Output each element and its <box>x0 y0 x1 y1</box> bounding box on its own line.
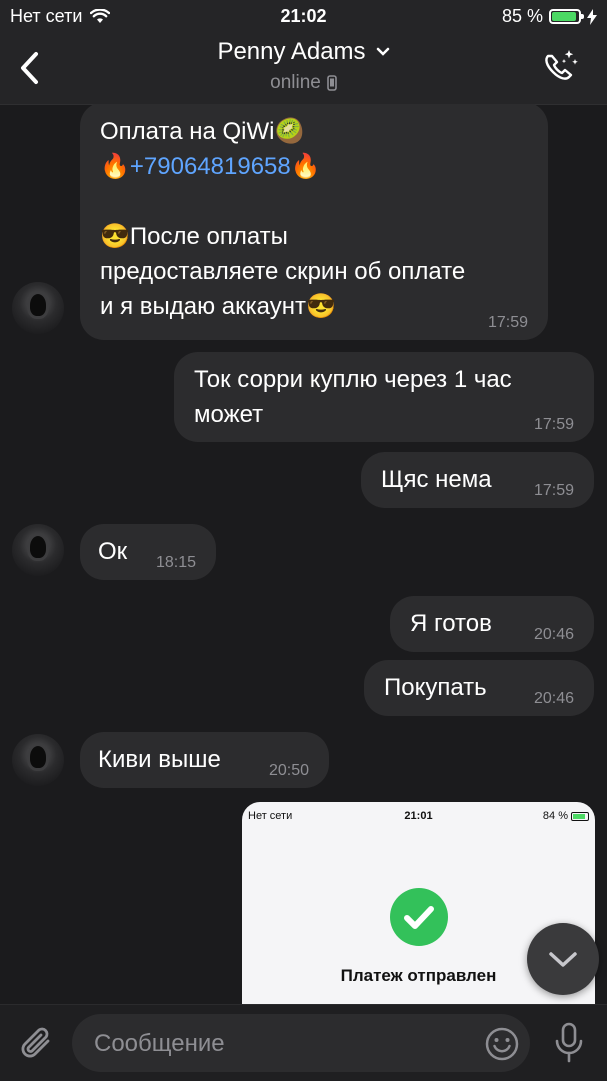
message-line: и я выдаю аккаунт😎 <box>100 293 336 320</box>
message-line: предоставляете скрин об оплате <box>100 258 466 285</box>
status-bar: Нет сети 21:02 85 % <box>0 0 607 34</box>
message-time: 17:59 <box>487 314 528 331</box>
message-time: 17:59 <box>533 482 574 499</box>
message-field[interactable] <box>72 1014 530 1074</box>
emoji-icon[interactable] <box>484 1026 520 1062</box>
message-time: 17:59 <box>533 416 574 433</box>
message-line: 😎После оплаты <box>100 223 288 250</box>
avatar[interactable] <box>12 282 64 334</box>
message-list[interactable]: Оплата на QiWi🥝 🔥+79064819658🔥 😎После оп… <box>0 104 607 1004</box>
message-bubble-outgoing[interactable]: Я готов 20:46 <box>390 596 594 652</box>
avatar[interactable] <box>12 524 64 576</box>
contact-status: online <box>270 72 321 93</box>
avatar[interactable] <box>12 734 64 786</box>
message-time: 20:50 <box>268 762 309 779</box>
charging-bolt-icon <box>587 8 597 25</box>
chevron-down-icon <box>549 952 577 967</box>
message-input-bar <box>0 1004 607 1081</box>
chat-header: Penny Adams online <box>0 34 607 105</box>
message-bubble-incoming[interactable]: Ок 18:15 <box>80 524 216 580</box>
message-bubble-outgoing[interactable]: Ток сорри куплю через 1 час может 17:59 <box>174 352 594 442</box>
message-time: 20:46 <box>533 626 574 643</box>
phone-number-link[interactable]: +79064819658 <box>130 153 291 180</box>
message-time: 20:46 <box>533 690 574 707</box>
chevron-down-icon <box>376 47 389 56</box>
message-line: 🔥+79064819658🔥 <box>100 149 528 184</box>
microphone-icon[interactable] <box>552 1021 586 1065</box>
battery-icon <box>571 811 589 821</box>
scroll-to-bottom-button[interactable] <box>527 923 599 995</box>
message-line: Оплата на QiWi🥝 <box>100 118 305 145</box>
message-time: 18:15 <box>155 554 196 571</box>
photo-status-bar: Нет сети 21:01 84 % <box>242 810 595 824</box>
mobile-device-icon <box>327 75 337 91</box>
contact-info[interactable]: Penny Adams online <box>0 38 607 94</box>
message-bubble-outgoing[interactable]: Щяс нема 17:59 <box>361 452 594 508</box>
message-line <box>100 184 528 219</box>
message-text: Ток сорри куплю через 1 час может <box>194 366 512 428</box>
message-bubble-incoming[interactable]: Оплата на QiWi🥝 🔥+79064819658🔥 😎После оп… <box>80 104 548 340</box>
message-bubble-incoming[interactable]: Киви выше 20:50 <box>80 732 329 788</box>
phone-link[interactable]: 🔥+79064819658🔥 <box>100 153 321 180</box>
checkmark-icon <box>390 888 448 946</box>
battery-icon <box>549 9 584 24</box>
photo-battery-percent: 84 % <box>542 810 568 822</box>
call-button[interactable] <box>537 44 583 90</box>
message-bubble-outgoing[interactable]: Покупать 20:46 <box>364 660 594 716</box>
message-input[interactable] <box>92 1014 476 1074</box>
contact-name: Penny Adams <box>217 38 366 65</box>
battery-percent: 85 % <box>501 6 543 26</box>
attach-icon[interactable] <box>18 1023 56 1063</box>
